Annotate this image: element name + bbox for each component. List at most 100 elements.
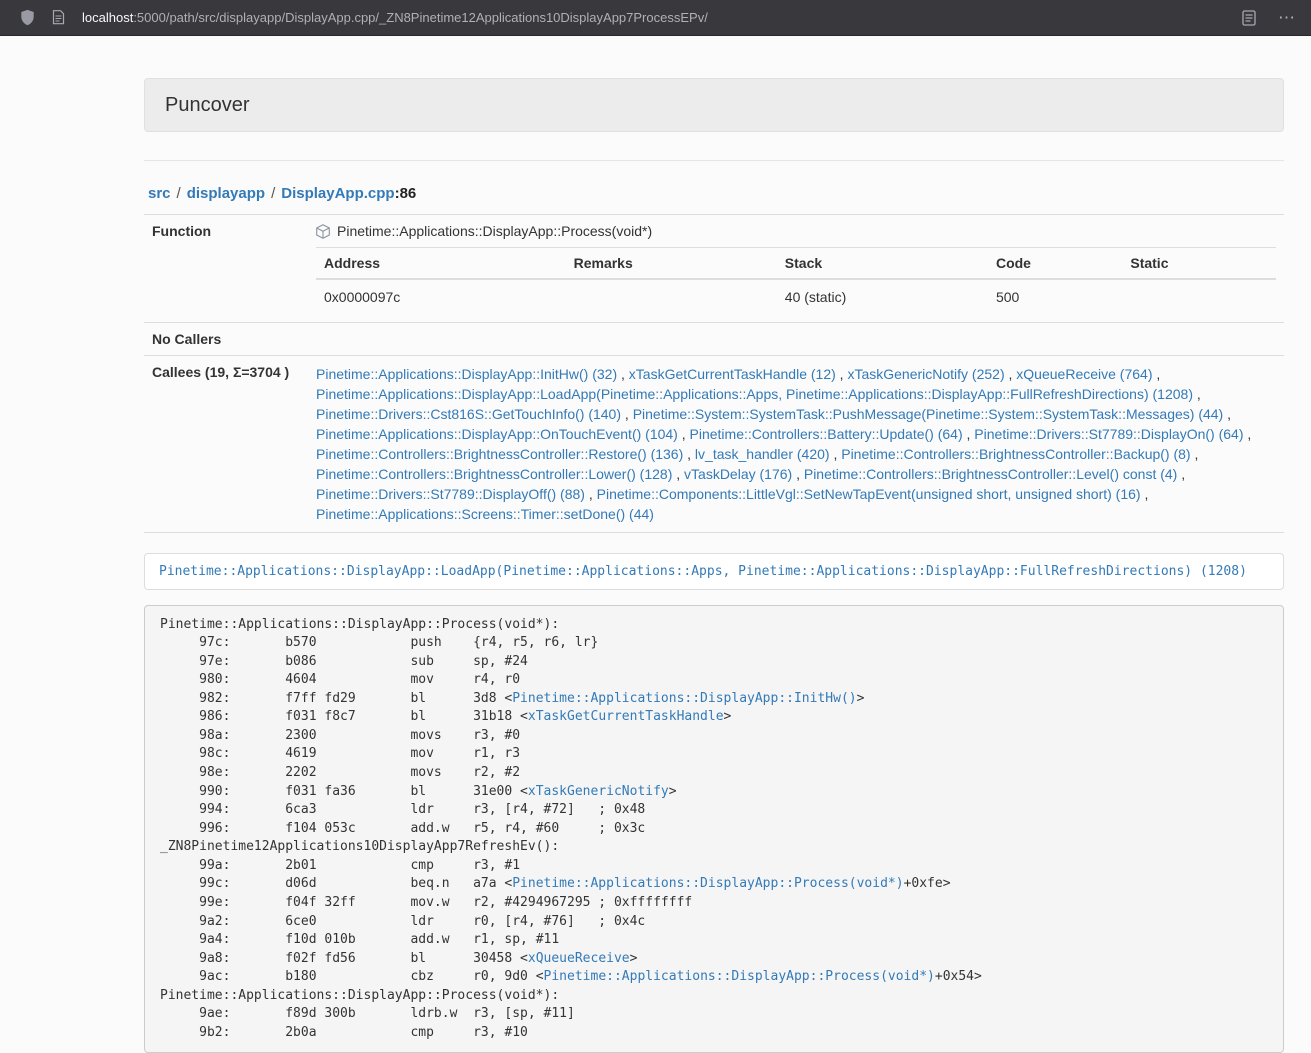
code-symbol-link[interactable]: Pinetime::Applications::DisplayApp::Init… bbox=[512, 691, 856, 706]
function-row: Function Pinetime::Applications::Display… bbox=[144, 215, 1284, 323]
app-title: Puncover bbox=[165, 93, 1263, 117]
cell-address: 0x0000097c bbox=[316, 279, 566, 314]
callee-separator: , bbox=[1005, 366, 1017, 382]
callee-link[interactable]: Pinetime::Controllers::Battery::Update()… bbox=[690, 426, 963, 442]
callee-link[interactable]: Pinetime::Controllers::BrightnessControl… bbox=[316, 466, 672, 482]
callee-link[interactable]: Pinetime::Applications::DisplayApp::OnTo… bbox=[316, 426, 678, 442]
cell-remarks bbox=[566, 279, 777, 314]
function-stats-table: Address Remarks Stack Code Static 0x0000… bbox=[316, 247, 1276, 314]
function-cube-icon bbox=[316, 224, 330, 239]
code-text: 97c: b570 push {r4, r5, r6, lr} bbox=[160, 635, 598, 650]
callee-separator: , bbox=[1177, 466, 1185, 482]
breadcrumb: src / displayapp / DisplayApp.cpp:86 bbox=[148, 185, 1284, 202]
code-text: 99a: 2b01 cmp r3, #1 bbox=[160, 858, 520, 873]
code-text: 996: f104 053c add.w r5, r4, #60 ; 0x3c bbox=[160, 821, 645, 836]
callee-separator: , bbox=[621, 406, 633, 422]
code-symbol-link[interactable]: xTaskGetCurrentTaskHandle bbox=[528, 709, 724, 724]
url-host: localhost bbox=[82, 10, 133, 25]
callee-link[interactable]: Pinetime::Drivers::St7789::DisplayOff() … bbox=[316, 486, 585, 502]
callees-label: Callees (19, Σ=3704 ) bbox=[144, 356, 308, 533]
code-text: +0x54> bbox=[935, 969, 982, 984]
site-identity-icon[interactable] bbox=[52, 10, 65, 25]
breadcrumb-link-displayapp[interactable]: displayapp bbox=[187, 185, 265, 202]
col-header-stack: Stack bbox=[777, 248, 988, 280]
url-text[interactable]: localhost:5000/path/src/displayapp/Displ… bbox=[82, 10, 708, 25]
callee-link[interactable]: Pinetime::Components::LittleVgl::SetNewT… bbox=[597, 486, 1141, 502]
code-text: 98c: 4619 mov r1, r3 bbox=[160, 746, 520, 761]
function-detail-table: Function Pinetime::Applications::Display… bbox=[144, 214, 1284, 533]
callee-link[interactable]: Pinetime::Drivers::Cst816S::GetTouchInfo… bbox=[316, 406, 621, 422]
code-text: 9a2: 6ce0 ldr r0, [r4, #76] ; 0x4c bbox=[160, 914, 645, 929]
callee-separator: , bbox=[792, 466, 804, 482]
col-header-code: Code bbox=[988, 248, 1122, 280]
top-callee-panel: Pinetime::Applications::DisplayApp::Load… bbox=[144, 553, 1284, 590]
code-symbol-link[interactable]: Pinetime::Applications::DisplayApp::Proc… bbox=[512, 876, 903, 891]
callee-separator: , bbox=[1193, 386, 1201, 402]
callee-separator: , bbox=[963, 426, 975, 442]
callee-separator: , bbox=[672, 466, 684, 482]
breadcrumb-link-file[interactable]: DisplayApp.cpp bbox=[281, 185, 394, 202]
callee-link[interactable]: Pinetime::Controllers::BrightnessControl… bbox=[316, 446, 683, 462]
callee-separator: , bbox=[1223, 406, 1231, 422]
callees-row: Callees (19, Σ=3704 ) Pinetime::Applicat… bbox=[144, 356, 1284, 533]
code-text: 99c: d06d beq.n a7a < bbox=[160, 876, 512, 891]
code-symbol-link[interactable]: xTaskGenericNotify bbox=[528, 784, 669, 799]
code-text: 982: f7ff fd29 bl 3d8 < bbox=[160, 691, 512, 706]
callee-link[interactable]: vTaskDelay (176) bbox=[684, 466, 792, 482]
callee-link[interactable]: Pinetime::Controllers::BrightnessControl… bbox=[804, 466, 1177, 482]
callee-link[interactable]: Pinetime::Controllers::BrightnessControl… bbox=[841, 446, 1190, 462]
url-path: :5000/path/src/displayapp/DisplayApp.cpp… bbox=[133, 10, 708, 25]
breadcrumb-line-number: :86 bbox=[395, 185, 417, 202]
code-text: 986: f031 f8c7 bl 31b18 < bbox=[160, 709, 528, 724]
code-text: Pinetime::Applications::DisplayApp::Proc… bbox=[160, 617, 559, 632]
callee-link[interactable]: Pinetime::System::SystemTask::PushMessag… bbox=[633, 406, 1224, 422]
code-text: 994: 6ca3 ldr r3, [r4, #72] ; 0x48 bbox=[160, 802, 645, 817]
code-text: 9b2: 2b0a cmp r3, #10 bbox=[160, 1025, 528, 1040]
col-header-remarks: Remarks bbox=[566, 248, 777, 280]
menu-kebab-icon[interactable]: ⋯ bbox=[1276, 9, 1297, 26]
code-text: 97e: b086 sub sp, #24 bbox=[160, 654, 528, 669]
code-text: +0xfe> bbox=[904, 876, 951, 891]
callee-link[interactable]: Pinetime::Applications::DisplayApp::Load… bbox=[316, 386, 1193, 402]
code-symbol-link[interactable]: Pinetime::Applications::DisplayApp::Proc… bbox=[544, 969, 935, 984]
code-text: > bbox=[630, 951, 638, 966]
function-name: Pinetime::Applications::DisplayApp::Proc… bbox=[337, 223, 652, 239]
callee-link[interactable]: xTaskGenericNotify (252) bbox=[847, 366, 1004, 382]
breadcrumb-link-src[interactable]: src bbox=[148, 185, 171, 202]
callee-separator: , bbox=[1152, 366, 1160, 382]
callee-separator: , bbox=[585, 486, 597, 502]
col-header-address: Address bbox=[316, 248, 566, 280]
code-text: > bbox=[857, 691, 865, 706]
code-text: 99e: f04f 32ff mov.w r2, #4294967295 ; 0… bbox=[160, 895, 692, 910]
no-callers-label: No Callers bbox=[144, 323, 308, 356]
tracking-shield-icon[interactable] bbox=[20, 9, 35, 26]
cell-static bbox=[1122, 279, 1276, 314]
no-callers-row: No Callers bbox=[144, 323, 1284, 356]
code-text: 990: f031 fa36 bl 31e00 < bbox=[160, 784, 528, 799]
stats-row: 0x0000097c 40 (static) 500 bbox=[316, 279, 1276, 314]
top-callee-link[interactable]: Pinetime::Applications::DisplayApp::Load… bbox=[159, 564, 1247, 579]
code-text: 98a: 2300 movs r3, #0 bbox=[160, 728, 520, 743]
code-text: 980: 4604 mov r4, r0 bbox=[160, 672, 520, 687]
breadcrumb-separator: / bbox=[271, 185, 275, 202]
app-header-panel: Puncover bbox=[144, 78, 1284, 132]
code-text: Pinetime::Applications::DisplayApp::Proc… bbox=[160, 988, 559, 1003]
code-text: 98e: 2202 movs r2, #2 bbox=[160, 765, 520, 780]
url-bar[interactable]: localhost:5000/path/src/displayapp/Displ… bbox=[20, 9, 708, 26]
callee-separator: , bbox=[617, 366, 629, 382]
callee-link[interactable]: Pinetime::Drivers::St7789::DisplayOn() (… bbox=[974, 426, 1243, 442]
callee-link[interactable]: lv_task_handler (420) bbox=[695, 446, 830, 462]
callee-link[interactable]: Pinetime::Applications::DisplayApp::Init… bbox=[316, 366, 617, 382]
callee-separator: , bbox=[830, 446, 842, 462]
reader-view-icon[interactable] bbox=[1242, 10, 1256, 26]
disassembly-code: Pinetime::Applications::DisplayApp::Proc… bbox=[144, 605, 1284, 1053]
breadcrumb-separator: / bbox=[177, 185, 181, 202]
code-symbol-link[interactable]: xQueueReceive bbox=[528, 951, 630, 966]
callee-separator: , bbox=[836, 366, 848, 382]
code-text: > bbox=[724, 709, 732, 724]
callee-link[interactable]: Pinetime::Applications::Screens::Timer::… bbox=[316, 506, 654, 522]
callee-separator: , bbox=[683, 446, 695, 462]
browser-chrome: localhost:5000/path/src/displayapp/Displ… bbox=[0, 0, 1311, 36]
callee-link[interactable]: xQueueReceive (764) bbox=[1016, 366, 1152, 382]
callee-link[interactable]: xTaskGetCurrentTaskHandle (12) bbox=[629, 366, 836, 382]
